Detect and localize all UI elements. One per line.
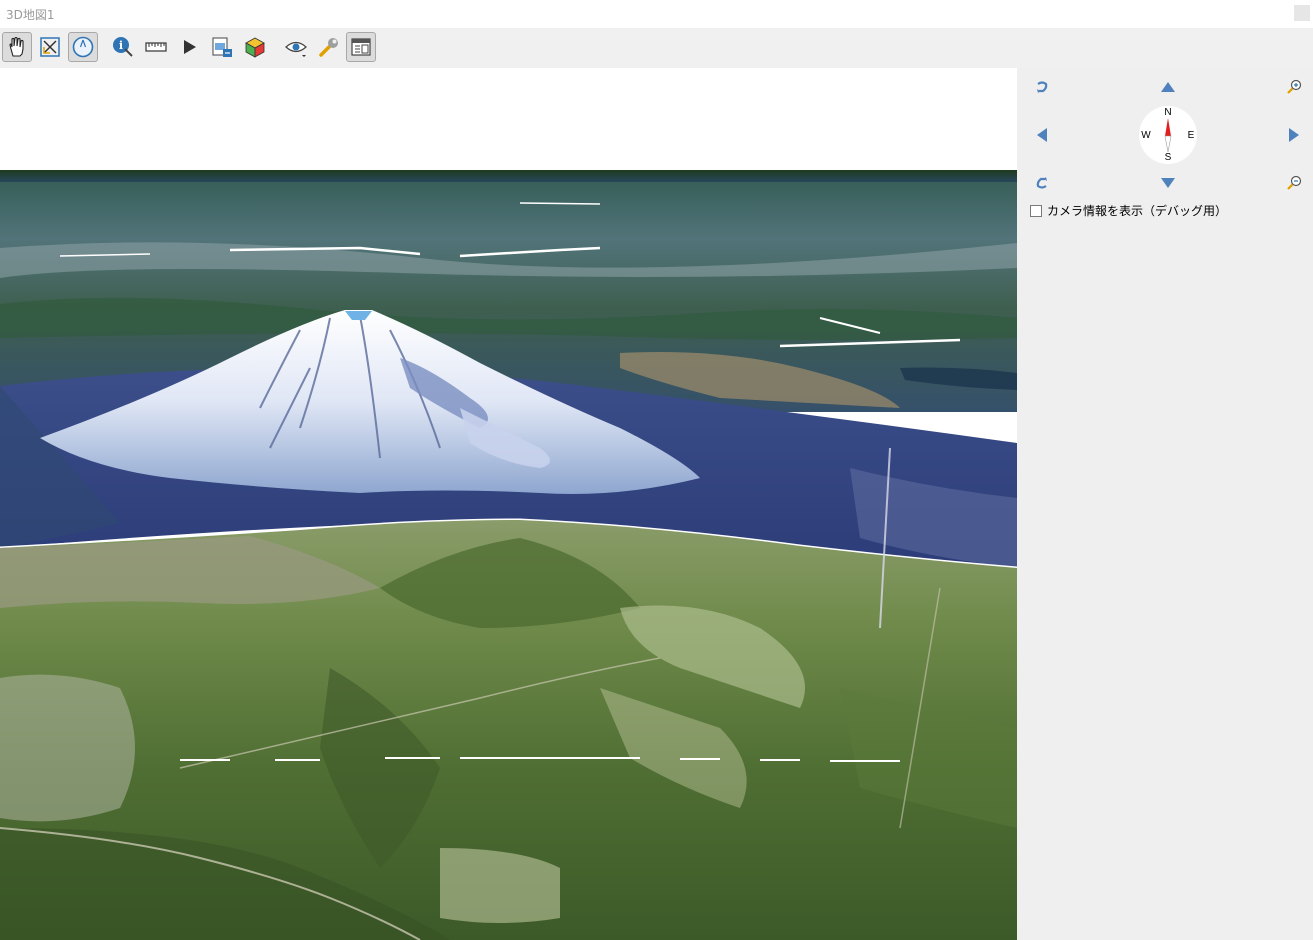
tilt-down-button[interactable] [1159,175,1177,191]
camera-debug-option[interactable]: カメラ情報を表示（デバッグ用） [1030,202,1227,219]
zoom-out-icon [1287,175,1302,190]
toolbar: i [0,28,1313,68]
window-title: 3D地図1 [6,8,55,22]
compass-east-label: E [1187,130,1195,141]
camera-orbit-icon [72,36,94,58]
identify-button[interactable]: i [108,32,138,62]
hand-icon [9,36,24,57]
export-image-button[interactable] [207,32,237,62]
rotate-ccw-icon [1037,81,1048,93]
arrow-down-icon [1161,178,1175,188]
zoom-out-button[interactable] [1285,174,1303,192]
cube-icon [245,37,265,58]
3d-map-viewport[interactable] [0,68,1017,940]
export-3d-button[interactable] [240,32,270,62]
zoom-full-button[interactable] [35,32,65,62]
pan-tool-button[interactable] [2,32,32,62]
pan-left-button[interactable] [1033,126,1051,144]
identify-icon: i [113,37,133,57]
play-icon [184,40,196,54]
rotate-left-button[interactable] [1033,78,1051,96]
navigation-panel: N S E W カメラ情報を表示（デバッグ用） [1017,68,1313,940]
arrow-left-icon [1037,128,1047,142]
arrow-right-icon [1289,128,1299,142]
rotate-cw-icon [1036,177,1047,189]
export-image-icon [212,37,232,57]
compass-south-label: S [1164,152,1172,163]
camera-debug-label: カメラ情報を表示（デバッグ用） [1047,204,1228,218]
settings-button[interactable] [314,32,344,62]
zoom-in-icon [1287,79,1302,94]
rotate-right-button[interactable] [1033,174,1051,192]
animation-button[interactable] [174,32,204,62]
eye-icon [285,41,307,57]
window-control-button[interactable] [1294,5,1310,21]
measure-button[interactable] [141,32,171,62]
view-menu-button[interactable] [281,32,311,62]
pan-right-button[interactable] [1285,126,1303,144]
camera-debug-checkbox[interactable] [1030,204,1042,217]
wrench-icon [319,38,338,57]
terrain-render[interactable] [0,68,1017,940]
svg-text:i: i [119,39,123,52]
arrow-up-icon [1161,82,1175,92]
tilt-up-button[interactable] [1159,79,1177,95]
navigation-panel-button[interactable] [346,32,376,62]
compass-north-label: N [1164,107,1172,118]
camera-control-button[interactable] [68,32,98,62]
navigation-panel-icon [351,38,371,56]
window-titlebar: 3D地図1 [0,0,1313,28]
zoom-full-extent-icon [40,37,60,57]
zoom-in-button[interactable] [1285,78,1303,96]
ruler-icon [145,42,167,52]
compass-west-label: W [1141,130,1151,141]
compass[interactable]: N S E W [1139,106,1197,164]
